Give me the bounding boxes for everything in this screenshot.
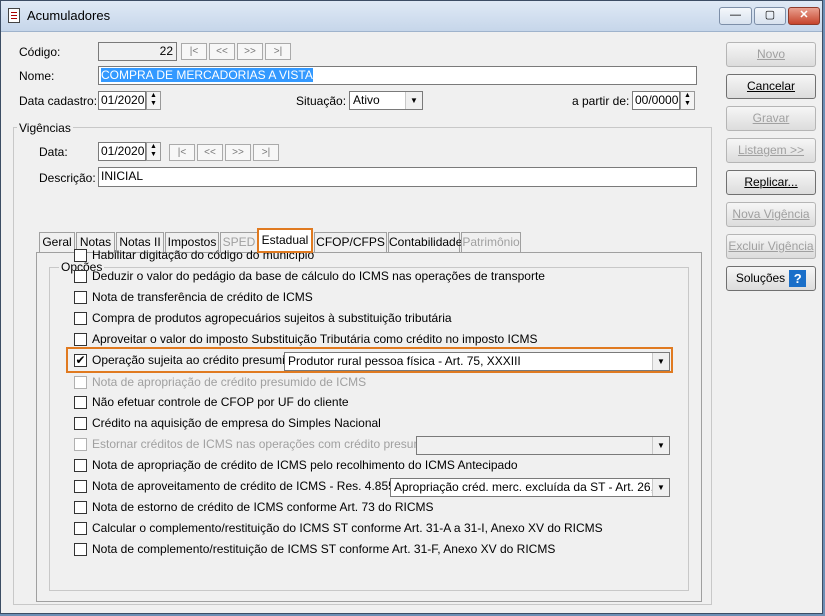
nome-field[interactable]: COMPRA DE MERCADORIAS A VISTA bbox=[98, 66, 697, 85]
option-checkbox-0[interactable] bbox=[74, 249, 87, 262]
option-label-9: Estornar créditos de ICMS nas operações … bbox=[92, 437, 440, 451]
option-label-3: Compra de produtos agropecuários sujeito… bbox=[92, 311, 452, 325]
vigencia-next-button[interactable]: >> bbox=[225, 144, 251, 161]
option-label-2: Nota de transferência de crédito de ICMS bbox=[92, 290, 313, 304]
data-cadastro-label: Data cadastro: bbox=[19, 94, 98, 108]
vigencia-first-button[interactable]: |< bbox=[169, 144, 195, 161]
data-cadastro-spinner[interactable]: ▲ ▼ bbox=[146, 91, 161, 110]
option-label-10: Nota de apropriação de crédito de ICMS p… bbox=[92, 458, 518, 472]
vigencia-prev-button[interactable]: << bbox=[197, 144, 223, 161]
option-checkbox-6 bbox=[74, 376, 87, 389]
option-checkbox-14[interactable] bbox=[74, 543, 87, 556]
tab-contabilidade[interactable]: Contabilidade bbox=[388, 232, 462, 252]
app-document-icon bbox=[8, 8, 20, 23]
tab-patrimonio: Patrimônio bbox=[461, 232, 521, 252]
option-label-13: Calcular o complemento/restituição do IC… bbox=[92, 521, 603, 535]
tab-geral[interactable]: Geral bbox=[39, 232, 75, 252]
credito-presumido-highlight bbox=[66, 347, 673, 373]
option-checkbox-11[interactable] bbox=[74, 480, 87, 493]
option-label-7: Não efetuar controle de CFOP por UF do c… bbox=[92, 395, 349, 409]
spin-down-icon[interactable]: ▼ bbox=[147, 151, 160, 159]
option-label-11: Nota de aproveitamento de crédito de ICM… bbox=[92, 479, 415, 493]
vigencias-title: Vigências bbox=[17, 121, 73, 135]
title-bar: Acumuladores — ▢ ✕ bbox=[1, 1, 822, 32]
option-checkbox-10[interactable] bbox=[74, 459, 87, 472]
tab-estadual[interactable]: Estadual bbox=[257, 228, 313, 253]
option-checkbox-4[interactable] bbox=[74, 333, 87, 346]
option-checkbox-9 bbox=[74, 438, 87, 451]
option-checkbox-8[interactable] bbox=[74, 417, 87, 430]
option-checkbox-1[interactable] bbox=[74, 270, 87, 283]
option-label-4: Aproveitar o valor do imposto Substituiç… bbox=[92, 332, 538, 346]
option-select-value-11: Apropriação créd. merc. excluída da ST -… bbox=[394, 480, 669, 494]
spin-down-icon[interactable]: ▼ bbox=[147, 100, 160, 108]
option-checkbox-2[interactable] bbox=[74, 291, 87, 304]
minimize-button[interactable]: — bbox=[719, 7, 752, 25]
option-checkbox-7[interactable] bbox=[74, 396, 87, 409]
gravar-button[interactable]: Gravar bbox=[726, 106, 816, 131]
chevron-down-icon[interactable]: ▼ bbox=[652, 479, 669, 496]
window-client-area: Código: 22 |< << >> >| Nome: COMPRA DE M… bbox=[6, 32, 817, 609]
cancelar-button[interactable]: Cancelar bbox=[726, 74, 816, 99]
chevron-down-icon: ▼ bbox=[652, 437, 669, 454]
maximize-button[interactable]: ▢ bbox=[754, 7, 786, 25]
option-label-12: Nota de estorno de crédito de ICMS confo… bbox=[92, 500, 434, 514]
vigencia-data-spinner[interactable]: ▲ ▼ bbox=[146, 142, 161, 161]
help-question-icon: ? bbox=[789, 270, 807, 288]
data-cadastro-field[interactable]: 01/2020 bbox=[98, 91, 146, 110]
last-record-button[interactable]: >| bbox=[265, 43, 291, 60]
nova-vigencia-button[interactable]: Nova Vigência bbox=[726, 202, 816, 227]
vigencia-data-label: Data: bbox=[39, 145, 68, 159]
replicar-button[interactable]: Replicar... bbox=[726, 170, 816, 195]
situacao-select[interactable]: Ativo ▼ bbox=[349, 91, 423, 110]
nome-value: COMPRA DE MERCADORIAS A VISTA bbox=[101, 68, 313, 82]
tab-cfop-cfps[interactable]: CFOP/CFPS bbox=[314, 232, 387, 252]
option-select-11[interactable]: Apropriação créd. merc. excluída da ST -… bbox=[390, 478, 670, 497]
vigencia-last-button[interactable]: >| bbox=[253, 144, 279, 161]
option-label-6: Nota de apropriação de crédito presumido… bbox=[92, 375, 367, 389]
option-checkbox-12[interactable] bbox=[74, 501, 87, 514]
option-checkbox-3[interactable] bbox=[74, 312, 87, 325]
acumuladores-window: Acumuladores — ▢ ✕ Código: 22 |< << >> >… bbox=[0, 0, 823, 614]
spin-up-icon[interactable]: ▲ bbox=[681, 92, 694, 100]
situacao-label: Situação: bbox=[296, 94, 347, 108]
solucoes-button[interactable]: Soluções? bbox=[726, 266, 816, 291]
option-select-9: ▼ bbox=[416, 436, 670, 455]
a-partir-spinner[interactable]: ▲ ▼ bbox=[680, 91, 695, 110]
solucoes-label: Soluções bbox=[735, 271, 786, 285]
spin-up-icon[interactable]: ▲ bbox=[147, 143, 160, 151]
listagem-button[interactable]: Listagem >> bbox=[726, 138, 816, 163]
close-button[interactable]: ✕ bbox=[788, 7, 820, 25]
option-label-14: Nota de complemento/restituição de ICMS … bbox=[92, 542, 556, 556]
window-title: Acumuladores bbox=[27, 8, 111, 23]
spin-down-icon[interactable]: ▼ bbox=[681, 100, 694, 108]
codigo-label: Código: bbox=[19, 45, 61, 59]
option-label-8: Crédito na aquisição de empresa do Simpl… bbox=[92, 416, 381, 430]
codigo-field[interactable]: 22 bbox=[98, 42, 177, 61]
option-checkbox-13[interactable] bbox=[74, 522, 87, 535]
nome-label: Nome: bbox=[19, 69, 55, 83]
option-label-1: Deduzir o valor do pedágio da base de cá… bbox=[92, 269, 545, 283]
excluir-vigencia-button[interactable]: Excluir Vigência bbox=[726, 234, 816, 259]
novo-button[interactable]: Novo bbox=[726, 42, 816, 67]
a-partir-field[interactable]: 00/0000 bbox=[632, 91, 680, 110]
descricao-label: Descrição: bbox=[39, 171, 96, 185]
prev-record-button[interactable]: << bbox=[209, 43, 235, 60]
descricao-field[interactable]: INICIAL bbox=[98, 167, 697, 187]
first-record-button[interactable]: |< bbox=[181, 43, 207, 60]
next-record-button[interactable]: >> bbox=[237, 43, 263, 60]
vigencia-data-field[interactable]: 01/2020 bbox=[98, 142, 146, 161]
spin-up-icon[interactable]: ▲ bbox=[147, 92, 160, 100]
a-partir-label: a partir de: bbox=[572, 94, 630, 108]
chevron-down-icon[interactable]: ▼ bbox=[405, 92, 422, 109]
situacao-value: Ativo bbox=[353, 93, 380, 107]
